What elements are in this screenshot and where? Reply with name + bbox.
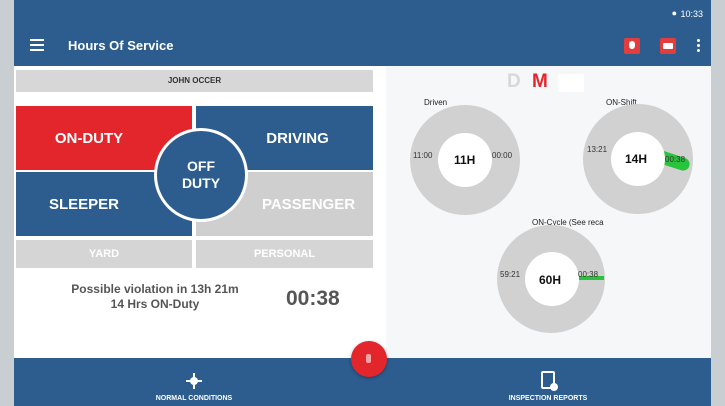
driven-gauge-label: Driven: [424, 98, 448, 107]
violation-notice: Possible violation in 13h 21m 14 Hrs ON-…: [34, 282, 276, 312]
fab-microphone-button[interactable]: [351, 341, 387, 377]
sun-icon: [186, 373, 202, 389]
on-shift-gauge-center: 14H: [625, 152, 648, 166]
driven-gauge-right: 00:00: [492, 151, 513, 160]
on-shift-gauge-right: 00:38: [665, 155, 686, 164]
driver-name-bar[interactable]: JOHN OCCER: [16, 70, 373, 92]
off-duty-button[interactable]: OFF DUTY: [154, 128, 248, 222]
status-time: 10:33: [680, 9, 703, 19]
page-title: Hours Of Service: [68, 38, 174, 53]
normal-conditions-button[interactable]: NORMAL CONDITIONS: [94, 358, 294, 406]
app-window: ● 10:33 Hours Of Service JOHN OCCER ON-D…: [14, 0, 711, 406]
on-cycle-gauge-center: 60H: [539, 273, 562, 287]
mode-d-toggle[interactable]: D: [507, 71, 521, 93]
violation-line2: 14 Hrs ON-Duty: [110, 297, 200, 311]
driven-gauge-left: 11:00: [413, 151, 433, 160]
menu-icon[interactable]: [30, 39, 44, 53]
off-duty-label-line2: DUTY: [181, 175, 221, 191]
mode-toggle-extra: [558, 74, 584, 92]
status-bar: ● 10:33: [14, 0, 711, 28]
inspection-reports-label: INSPECTION REPORTS: [508, 395, 588, 402]
app-bar: Hours Of Service: [14, 28, 711, 66]
on-cycle-gauge-right: 00:38: [578, 270, 599, 279]
on-shift-gauge-left: 13:21: [587, 145, 608, 154]
driven-gauge-center: 11H: [454, 153, 476, 167]
personal-button[interactable]: PERSONAL: [196, 240, 373, 268]
more-vert-icon[interactable]: [697, 39, 701, 53]
left-background: [0, 0, 14, 406]
location-pin-icon: ●: [671, 8, 677, 18]
off-duty-label-line1: OFF: [187, 158, 215, 174]
clipboard-check-icon: [541, 371, 558, 391]
truck-icon[interactable]: [660, 38, 676, 54]
on-cycle-gauge-left: 59:21: [500, 270, 521, 279]
violation-line1: Possible violation in 13h 21m: [71, 282, 239, 296]
right-background: [711, 0, 725, 406]
normal-conditions-label: NORMAL CONDITIONS: [155, 395, 233, 402]
microphone-icon[interactable]: [624, 38, 640, 54]
mode-m-toggle[interactable]: M: [532, 71, 548, 93]
inspection-reports-button[interactable]: INSPECTION REPORTS: [448, 358, 648, 406]
duty-timer: 00:38: [286, 287, 340, 310]
yard-button[interactable]: YARD: [16, 240, 192, 268]
